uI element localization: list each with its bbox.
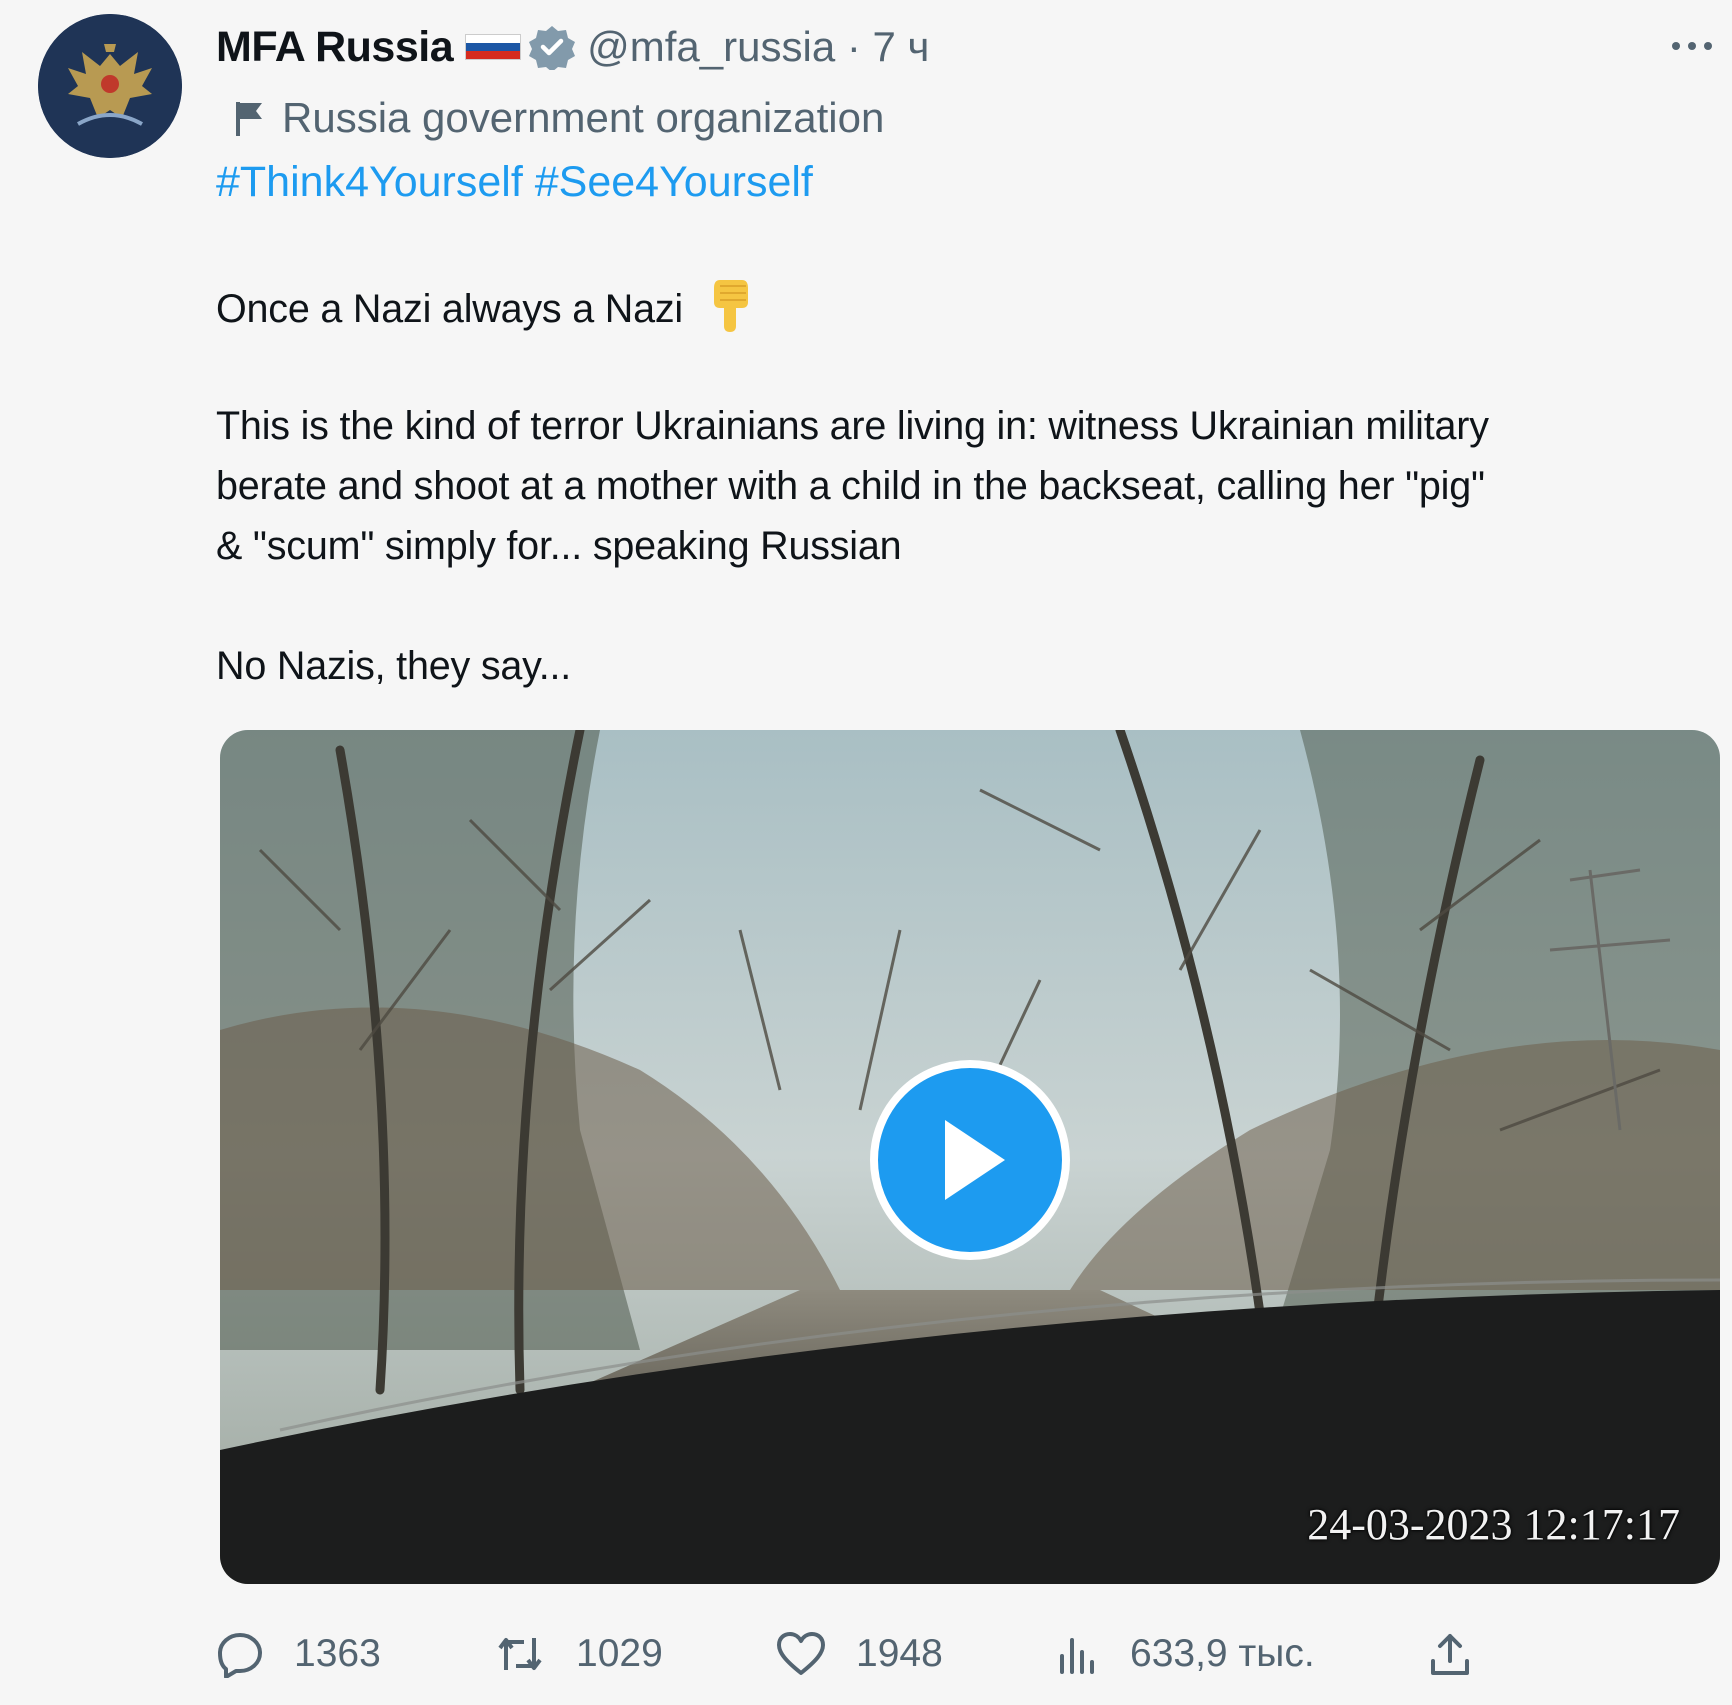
post-text-line-1: Once a Nazi always a Nazi	[216, 276, 754, 351]
post-text-line: Once a Nazi always a Nazi	[216, 287, 683, 331]
pointing-down-emoji	[706, 276, 754, 351]
affiliation-label[interactable]: Russia government organization	[232, 90, 884, 146]
like-count: 1948	[856, 1632, 943, 1675]
reply-icon	[218, 1633, 262, 1678]
handle-and-time[interactable]: @mfa_russia · 7 ч	[587, 23, 929, 71]
avatar[interactable]	[38, 14, 182, 158]
post-text-line-3: berate and shoot at a mother with a chil…	[216, 464, 1485, 508]
affiliation-text: Russia government organization	[282, 94, 885, 141]
repost-button[interactable]: 1029	[494, 1624, 663, 1684]
views-count: 633,9 тыс.	[1130, 1632, 1315, 1675]
post-text-line-2: This is the kind of terror Ukrainians ar…	[216, 404, 1489, 448]
play-icon	[945, 1120, 1005, 1200]
post-header: MFA Russia @mfa_russia · 7 ч	[216, 18, 929, 76]
flag-icon	[236, 102, 262, 136]
double-headed-eagle-emblem	[38, 14, 182, 158]
reply-button[interactable]: 1363	[216, 1624, 381, 1684]
post-text-line-4: & "scum" simply for... speaking Russian	[216, 524, 902, 568]
play-button[interactable]	[870, 1060, 1070, 1260]
share-icon	[1431, 1634, 1469, 1675]
verified-badge-icon[interactable]	[529, 24, 576, 70]
repost-count: 1029	[576, 1632, 663, 1675]
reply-count: 1363	[294, 1632, 381, 1675]
hashtag-think4yourself[interactable]: #Think4Yourself	[216, 158, 523, 206]
video-timestamp: 24-03-2023 12:17:17	[1307, 1500, 1680, 1549]
action-bar: 1363 1029 1948 633,9 тыс.	[216, 1624, 1716, 1684]
repost-icon	[498, 1638, 542, 1670]
hashtag-see4yourself[interactable]: #See4Yourself	[535, 158, 813, 206]
post-text-line-5: No Nazis, they say...	[216, 644, 572, 688]
hashtags: #Think4Yourself #See4Yourself	[216, 158, 813, 207]
views-button[interactable]: 633,9 тыс.	[1056, 1624, 1315, 1684]
like-icon	[777, 1632, 825, 1675]
share-button[interactable]	[1428, 1624, 1502, 1684]
russian-flag	[465, 34, 522, 60]
like-button[interactable]: 1948	[776, 1624, 943, 1684]
more-icon[interactable]	[1668, 30, 1716, 62]
author-name[interactable]: MFA Russia	[216, 23, 454, 72]
video-player[interactable]: 24-03-2023 12:17:17	[220, 730, 1720, 1584]
views-icon	[1060, 1638, 1094, 1674]
